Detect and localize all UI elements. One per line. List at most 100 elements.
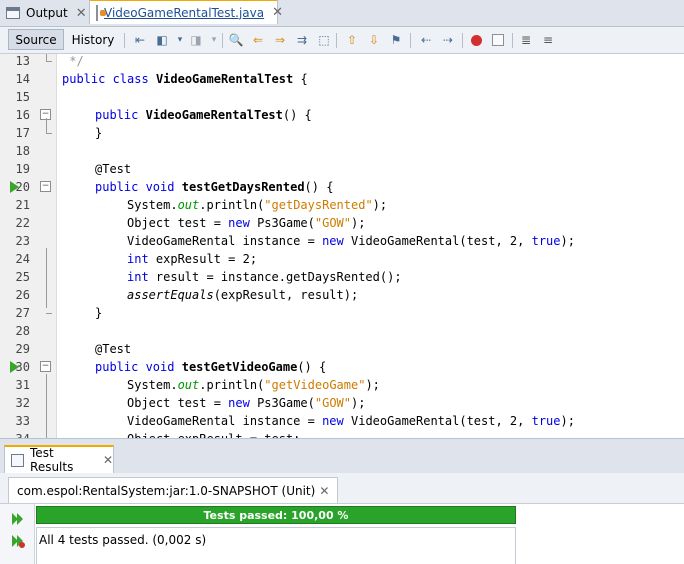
tab-file-label: VideoGameRentalTest.java xyxy=(104,5,265,20)
previous-bookmark-icon[interactable]: ⇧ xyxy=(344,32,360,48)
code-line: 29 @Test xyxy=(0,340,684,358)
toggle-highlight-icon[interactable]: ⬚ xyxy=(316,32,332,48)
line-number: 15 xyxy=(15,90,30,104)
code-editor[interactable]: 13 */ 14 public class VideoGameRentalTes… xyxy=(0,54,684,438)
code-line: 24 int expResult = 2; xyxy=(0,250,684,268)
uncomment-icon[interactable]: ≡ xyxy=(540,32,556,48)
line-number: 13 xyxy=(15,54,30,68)
forward-dropdown-icon[interactable]: ▾ xyxy=(206,32,222,48)
stop-macro-icon[interactable] xyxy=(490,32,506,48)
results-tab-bar: Test Results ✕ xyxy=(0,438,684,474)
find-selection-icon[interactable]: ⇉ xyxy=(294,32,310,48)
test-summary: All 4 tests passed. (0,002 s) xyxy=(36,527,516,564)
find-icon[interactable]: 🔍 xyxy=(228,32,244,48)
toolbar-separator xyxy=(222,33,223,48)
start-macro-icon[interactable] xyxy=(468,32,484,48)
fold-end xyxy=(46,61,52,62)
find-next-icon[interactable]: ⇒ xyxy=(272,32,288,48)
code-text: Object test = new Ps3Game("GOW"); xyxy=(127,216,366,230)
next-bookmark-icon[interactable]: ⇩ xyxy=(366,32,382,48)
fold-collapse-icon[interactable]: − xyxy=(40,361,51,372)
forward-icon[interactable]: ◨ xyxy=(188,32,204,48)
code-text: VideoGameRental instance = new VideoGame… xyxy=(127,234,575,248)
tab-project-unit[interactable]: com.espol:RentalSystem:jar:1.0-SNAPSHOT … xyxy=(8,477,339,503)
history-button[interactable]: History xyxy=(68,29,118,50)
code-text: Object expResult = test; xyxy=(127,430,300,438)
line-number: 22 xyxy=(15,216,30,230)
tab-output[interactable]: Output ✕ xyxy=(6,0,87,26)
line-number: 17 xyxy=(15,126,30,140)
progress-label: Tests passed: 100,00 % xyxy=(203,508,349,522)
line-number: 19 xyxy=(15,162,30,176)
java-file-icon xyxy=(96,4,106,21)
code-line: 27 } xyxy=(0,304,684,322)
code-line: 21 System.out.println("getDaysRented"); xyxy=(0,196,684,214)
code-line: 17 } xyxy=(0,118,684,142)
fold-line xyxy=(46,118,47,133)
line-number: 14 xyxy=(15,72,30,86)
project-tab-label: com.espol:RentalSystem:jar:1.0-SNAPSHOT … xyxy=(17,483,316,498)
code-line: 25 int result = instance.getDaysRented()… xyxy=(0,268,684,286)
close-icon[interactable]: ✕ xyxy=(76,6,87,21)
fold-collapse-icon[interactable]: − xyxy=(40,181,51,192)
results-side-toolbar xyxy=(0,504,35,564)
back-icon[interactable]: ◧ xyxy=(154,32,170,48)
test-progress-bar: Tests passed: 100,00 % xyxy=(36,506,516,524)
results-subtab-bar: com.espol:RentalSystem:jar:1.0-SNAPSHOT … xyxy=(0,473,684,504)
line-number: 27 xyxy=(15,306,30,320)
line-number: 26 xyxy=(15,288,30,302)
code-line: 16 − public VideoGameRentalTest() { xyxy=(0,106,684,124)
code-text: public void testGetDaysRented() { xyxy=(95,180,334,194)
line-number: 33 xyxy=(15,414,30,428)
toolbar-separator xyxy=(462,33,463,48)
tab-test-results[interactable]: Test Results ✕ xyxy=(4,445,114,474)
code-text: public void testGetVideoGame() { xyxy=(95,360,327,374)
line-number: 24 xyxy=(15,252,30,266)
code-text: System.out.println("getVideoGame"); xyxy=(127,378,380,392)
shift-left-icon[interactable]: ⇠ xyxy=(418,32,434,48)
comment-icon[interactable]: ≣ xyxy=(518,32,534,48)
run-test-icon[interactable] xyxy=(10,361,19,373)
close-icon[interactable]: ✕ xyxy=(319,484,329,498)
code-text: @Test xyxy=(95,162,132,176)
code-line: 19 @Test xyxy=(0,160,684,178)
code-line: 15 xyxy=(0,88,684,106)
code-text: System.out.println("getDaysRented"); xyxy=(127,198,388,212)
toggle-bookmark-icon[interactable]: ⚑ xyxy=(388,32,404,48)
code-line: 23 VideoGameRental instance = new VideoG… xyxy=(0,232,684,250)
tab-test-results-label: Test Results xyxy=(30,446,74,474)
shift-right-icon[interactable]: ⇢ xyxy=(440,32,456,48)
toolbar-separator xyxy=(124,33,125,48)
code-line: 33 VideoGameRental instance = new VideoG… xyxy=(0,412,684,430)
find-previous-icon[interactable]: ⇐ xyxy=(250,32,266,48)
rerun-failed-icon[interactable] xyxy=(11,534,25,548)
code-text: VideoGameRental instance = new VideoGame… xyxy=(127,414,575,428)
close-icon[interactable]: ✕ xyxy=(272,5,283,20)
code-line: 22 Object test = new Ps3Game("GOW"); xyxy=(0,214,684,232)
line-number: 31 xyxy=(15,378,30,392)
code-text: } xyxy=(95,306,103,320)
code-text: public VideoGameRentalTest() { xyxy=(95,108,312,122)
editor-toolbar: Source History ⇤ ◧ ▾ ◨ ▾ 🔍 ⇐ ⇒ ⇉ ⬚ ⇧ ⇩ ⚑… xyxy=(0,27,684,54)
code-line: 30 − public void testGetVideoGame() { xyxy=(0,358,684,376)
code-line: 34 Object expResult = test; xyxy=(0,430,684,438)
code-line: 32 Object test = new Ps3Game("GOW"); xyxy=(0,394,684,412)
last-edit-icon[interactable]: ⇤ xyxy=(132,32,148,48)
window-icon xyxy=(6,7,20,19)
toolbar-separator xyxy=(512,33,513,48)
code-line: 14 public class VideoGameRentalTest { xyxy=(0,70,684,88)
tab-videogamerentaltest[interactable]: VideoGameRentalTest.java ✕ xyxy=(89,0,283,24)
code-line: 31 System.out.println("getVideoGame"); xyxy=(0,376,684,394)
summary-text: All 4 tests passed. (0,002 s) xyxy=(39,533,207,547)
test-results-icon xyxy=(11,453,25,467)
rerun-icon[interactable] xyxy=(11,512,25,526)
toolbar-separator xyxy=(336,33,337,48)
line-number: 29 xyxy=(15,342,30,356)
close-icon[interactable]: ✕ xyxy=(103,453,113,467)
line-number: 18 xyxy=(15,144,30,158)
source-button[interactable]: Source xyxy=(8,29,64,50)
run-test-icon[interactable] xyxy=(10,181,19,193)
tab-output-label: Output xyxy=(26,6,68,20)
line-number: 16 xyxy=(15,108,30,122)
back-dropdown-icon[interactable]: ▾ xyxy=(172,32,188,48)
